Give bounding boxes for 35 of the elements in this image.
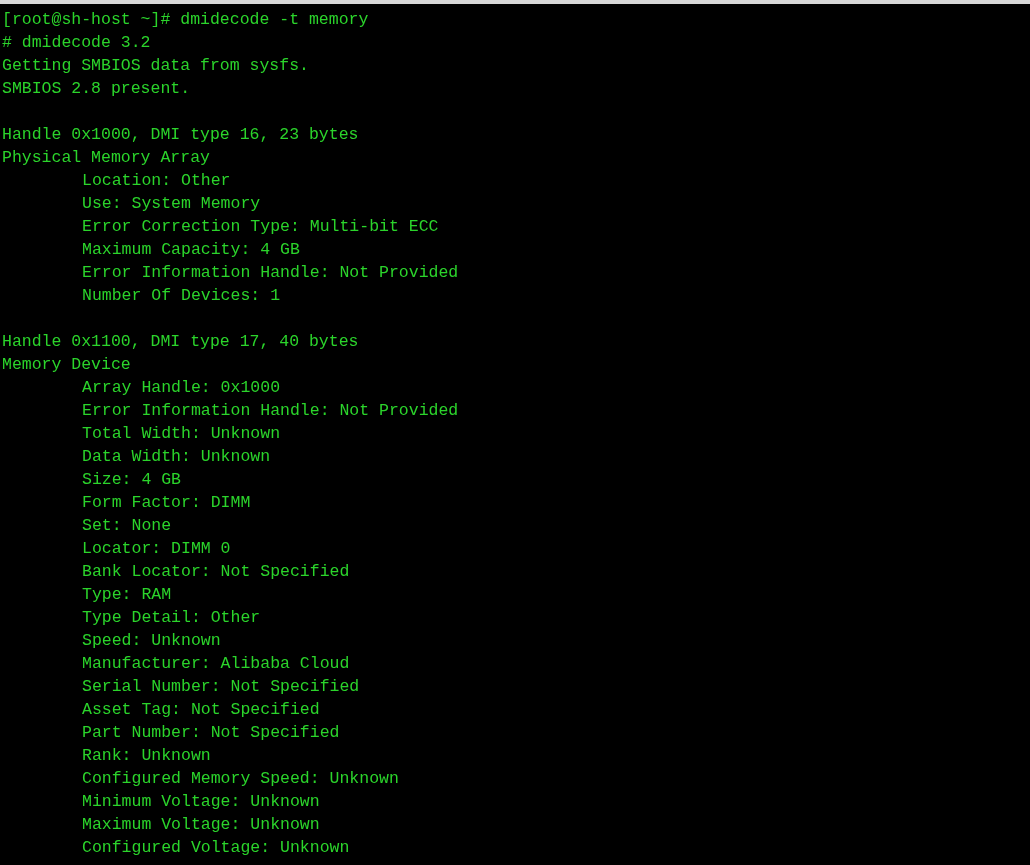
field-line: Part Number: Not Specified bbox=[82, 722, 340, 744]
field-line: Bank Locator: Not Specified bbox=[82, 561, 350, 583]
command-line: [root@sh-host ~]# dmidecode -t memory bbox=[2, 9, 369, 31]
field-line: Use: System Memory bbox=[82, 193, 261, 215]
field-line: Rank: Unknown bbox=[82, 745, 211, 767]
handle-line: Handle 0x1000, DMI type 16, 23 bytes bbox=[2, 124, 359, 146]
field-line: Error Information Handle: Not Provided bbox=[82, 262, 459, 284]
section-title: Physical Memory Array bbox=[2, 147, 210, 169]
field-line: Array Handle: 0x1000 bbox=[82, 377, 281, 399]
field-line: Minimum Voltage: Unknown bbox=[82, 791, 320, 813]
field-line: Maximum Capacity: 4 GB bbox=[82, 239, 300, 261]
field-line: Location: Other bbox=[82, 170, 231, 192]
field-line: Type: RAM bbox=[82, 584, 172, 606]
field-line: Maximum Voltage: Unknown bbox=[82, 814, 320, 836]
field-line: Asset Tag: Not Specified bbox=[82, 699, 320, 721]
field-line: Form Factor: DIMM bbox=[82, 492, 251, 514]
field-line: Size: 4 GB bbox=[82, 469, 182, 491]
field-line: Total Width: Unknown bbox=[82, 423, 281, 445]
field-line: Type Detail: Other bbox=[82, 607, 261, 629]
output-line: # dmidecode 3.2 bbox=[2, 32, 151, 54]
field-line: Number Of Devices: 1 bbox=[82, 285, 281, 307]
field-line: Speed: Unknown bbox=[82, 630, 221, 652]
output-line: Getting SMBIOS data from sysfs. bbox=[2, 55, 309, 77]
handle-line: Handle 0x1100, DMI type 17, 40 bytes bbox=[2, 331, 359, 353]
section-title: Memory Device bbox=[2, 354, 131, 376]
field-line: Error Correction Type: Multi-bit ECC bbox=[82, 216, 439, 238]
field-line: Data Width: Unknown bbox=[82, 446, 271, 468]
field-line: Configured Memory Speed: Unknown bbox=[82, 768, 399, 790]
field-line: Configured Voltage: Unknown bbox=[82, 837, 350, 859]
field-line: Locator: DIMM 0 bbox=[82, 538, 231, 560]
field-line: Manufacturer: Alibaba Cloud bbox=[82, 653, 350, 675]
field-line: Serial Number: Not Specified bbox=[82, 676, 360, 698]
output-line: SMBIOS 2.8 present. bbox=[2, 78, 191, 100]
field-line: Error Information Handle: Not Provided bbox=[82, 400, 459, 422]
field-line: Set: None bbox=[82, 515, 172, 537]
